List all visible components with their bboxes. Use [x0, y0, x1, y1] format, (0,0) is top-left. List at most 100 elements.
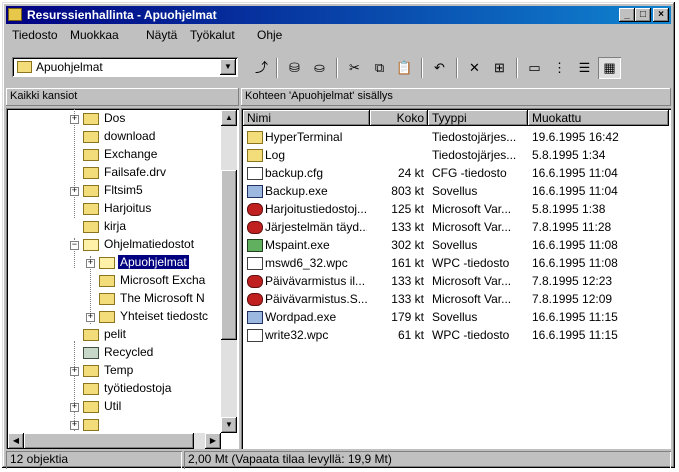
- status-object-count: 12 objektia: [6, 451, 182, 469]
- delete-button[interactable]: ✕: [463, 57, 486, 79]
- explorer-app-icon: [8, 8, 22, 21]
- chevron-down-icon[interactable]: ▼: [220, 59, 236, 75]
- tree-item-label: Failsafe.drv: [104, 165, 167, 179]
- scroll-up-button[interactable]: ▲: [221, 110, 237, 126]
- file-name: Järjestelmän täyd...: [265, 220, 367, 234]
- file-size: 161 kt: [391, 256, 424, 270]
- toolbar-separator: [276, 58, 278, 78]
- tree-expander[interactable]: +: [70, 421, 79, 430]
- folder-icon: [83, 185, 99, 197]
- tree-item-label: Util: [104, 399, 122, 413]
- tree-item-label: Ohjelmatiedostot: [104, 237, 195, 251]
- file-modified: 5.8.1995 1:38: [532, 202, 606, 216]
- small-icons-button[interactable]: ⋮: [548, 57, 571, 79]
- folder-icon: [83, 383, 99, 395]
- scroll-thumb[interactable]: [221, 170, 237, 340]
- tree-horizontal-scrollbar[interactable]: ◀ ▶: [8, 433, 221, 449]
- tree-expander[interactable]: +: [86, 313, 95, 322]
- title-bar[interactable]: Resurssienhallinta - Apuohjelmat _ □ ×: [6, 6, 671, 24]
- folder-icon: [99, 275, 115, 287]
- tree-expander[interactable]: +: [70, 115, 79, 124]
- large-icons-button[interactable]: ▭: [523, 57, 546, 79]
- copy-button[interactable]: ⧉: [368, 57, 391, 79]
- file-row[interactable]: Mspaint.exe 302 kt Sovellus 16.6.1995 11:08: [243, 236, 663, 254]
- file-type: Microsoft Var...: [432, 202, 512, 216]
- file-size: 125 kt: [391, 202, 424, 216]
- folder-icon: [83, 149, 99, 161]
- file-type: Tiedostojärjes...: [432, 130, 517, 144]
- file-row[interactable]: write32.wpc 61 kt WPC -tiedosto 16.6.1995 1…: [243, 326, 663, 344]
- file-row[interactable]: Päivävarmistus il... 133 kt Microsoft Var.…: [243, 272, 663, 290]
- file-row[interactable]: HyperTerminal Tiedostojärjes... 19.6.1995 …: [243, 128, 663, 146]
- scroll-thumb[interactable]: [24, 433, 194, 449]
- file-modified: 5.8.1995 1:34: [532, 148, 606, 162]
- file-row[interactable]: Backup.exe 803 kt Sovellus 16.6.1995 11:04: [243, 182, 663, 200]
- backup-set-icon: [247, 275, 263, 288]
- file-modified: 7.8.1995 12:09: [532, 292, 613, 306]
- scroll-down-button[interactable]: ▼: [221, 417, 237, 433]
- file-row[interactable]: Harjoitustiedostoj... 125 kt Microsoft Var…: [243, 200, 663, 218]
- up-folder-button[interactable]: ⤴: [250, 57, 273, 79]
- list-view-button[interactable]: ☰: [573, 57, 596, 79]
- file-name: Päivävarmistus il...: [265, 274, 366, 288]
- backup-set-icon: [247, 203, 263, 216]
- menu-tools[interactable]: Työkalut: [190, 28, 235, 42]
- file-row[interactable]: backup.cfg 24 kt CFG -tiedosto 16.6.1995 11…: [243, 164, 663, 182]
- menu-view[interactable]: Näytä: [146, 28, 177, 42]
- file-row[interactable]: Järjestelmän täyd... 133 kt Microsoft Var.…: [243, 218, 663, 236]
- tree-expander[interactable]: −: [70, 241, 79, 250]
- file-modified: 16.6.1995 11:08: [532, 238, 618, 252]
- tree-item-label: Temp: [104, 363, 134, 377]
- minimize-button[interactable]: _: [619, 8, 635, 22]
- tree-expander[interactable]: +: [70, 403, 79, 412]
- tree-content: + Dos download Exchange Failsafe.drv + F…: [6, 108, 221, 433]
- tree-vertical-scrollbar[interactable]: ▲ ▼: [221, 110, 237, 433]
- application-icon: [247, 185, 263, 198]
- column-type[interactable]: Tyyppi: [428, 110, 528, 126]
- file-modified: 16.6.1995 11:15: [532, 328, 618, 342]
- folder-icon: [99, 293, 115, 305]
- maximize-button[interactable]: □: [635, 8, 651, 22]
- menu-bar: Tiedosto Muokkaa Näytä Työkalut Ohje: [6, 26, 671, 44]
- menu-file[interactable]: Tiedosto: [12, 28, 58, 42]
- disconnect-drive-button[interactable]: ⛀: [308, 57, 331, 79]
- properties-button[interactable]: ⊞: [488, 57, 511, 79]
- tree-item-label: kirja: [104, 219, 127, 233]
- file-row[interactable]: Log Tiedostojärjes... 5.8.1995 1:34: [243, 146, 663, 164]
- close-button[interactable]: ×: [653, 8, 669, 22]
- file-row[interactable]: mswd6_32.wpc 161 kt WPC -tiedosto 16.6.1995…: [243, 254, 663, 272]
- file-name: Log: [265, 148, 286, 162]
- file-size: 803 kt: [391, 184, 424, 198]
- tree-item-label: Dos: [104, 111, 126, 125]
- file-name: HyperTerminal: [265, 130, 343, 144]
- location-combo[interactable]: Apuohjelmat ▼: [12, 57, 238, 77]
- undo-button[interactable]: ↶: [428, 57, 451, 79]
- scroll-left-button[interactable]: ◀: [8, 433, 24, 449]
- cut-button[interactable]: ✂: [343, 57, 366, 79]
- document-icon: [247, 167, 263, 180]
- toolbar-separator: [421, 58, 423, 78]
- column-size[interactable]: Koko: [370, 110, 428, 126]
- scroll-right-button[interactable]: ▶: [205, 433, 221, 449]
- file-type: Microsoft Var...: [432, 274, 512, 288]
- tree-expander[interactable]: +: [70, 187, 79, 196]
- tree-item-label: pelit: [104, 327, 127, 341]
- tree-item-label: Recycled: [104, 345, 154, 359]
- tree-expander[interactable]: +: [86, 259, 95, 268]
- file-row[interactable]: Wordpad.exe 179 kt Sovellus 16.6.1995 11:15: [243, 308, 663, 326]
- tree-expander[interactable]: +: [70, 367, 79, 376]
- paste-button[interactable]: 📋: [393, 57, 416, 79]
- file-size: 133 kt: [391, 274, 424, 288]
- folder-icon: [17, 61, 32, 73]
- map-drive-button[interactable]: ⛁: [283, 57, 306, 79]
- toolbar-separator: [516, 58, 518, 78]
- column-name[interactable]: Nimi: [243, 110, 370, 126]
- menu-help[interactable]: Ohje: [257, 28, 282, 42]
- file-modified: 16.6.1995 11:04: [532, 166, 618, 180]
- file-name: Päivävarmistus.S...: [265, 292, 367, 306]
- column-modified[interactable]: Muokattu: [528, 110, 669, 126]
- details-view-button[interactable]: ▦: [598, 57, 621, 79]
- file-row[interactable]: Päivävarmistus.S... 133 kt Microsoft Var..…: [243, 290, 663, 308]
- menu-edit[interactable]: Muokkaa: [70, 28, 119, 42]
- file-name: Wordpad.exe: [265, 310, 337, 324]
